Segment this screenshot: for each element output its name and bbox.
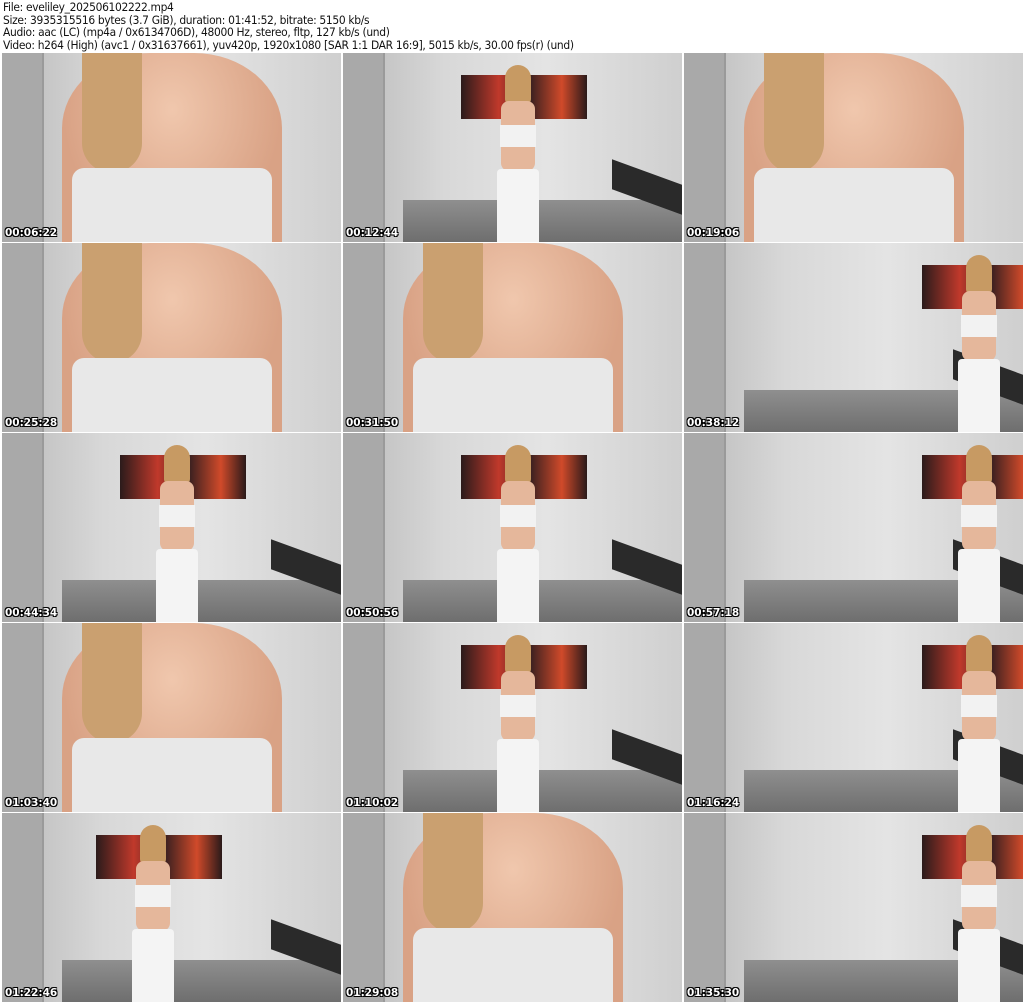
frame-subject bbox=[954, 635, 1004, 812]
video-thumbnail: 01:16:24 bbox=[684, 623, 1023, 812]
frame-subject bbox=[493, 445, 543, 622]
frame-subject-top bbox=[413, 358, 613, 432]
thumbnail-timestamp: 00:44:34 bbox=[5, 607, 58, 619]
frame-subject-top bbox=[72, 738, 272, 812]
frame-subject-hair bbox=[82, 623, 142, 743]
video-thumbnail: 01:10:02 bbox=[343, 623, 682, 812]
video-thumbnail: 00:38:12 bbox=[684, 243, 1023, 432]
thumbnail-timestamp: 01:22:46 bbox=[5, 987, 58, 999]
thumbnail-timestamp: 01:10:02 bbox=[346, 797, 399, 809]
frame-subject bbox=[128, 825, 178, 1002]
thumbnail-timestamp: 01:29:08 bbox=[346, 987, 399, 999]
frame-subject bbox=[152, 445, 202, 622]
video-thumbnail: 00:19:06 bbox=[684, 53, 1023, 242]
thumbnail-timestamp: 01:03:40 bbox=[5, 797, 58, 809]
file-name: File: eveliley_202506102222.mp4 bbox=[3, 0, 174, 14]
frame-subject-hair bbox=[82, 243, 142, 363]
file-info-header: File: eveliley_202506102222.mp4 Size: 39… bbox=[3, 1, 574, 51]
thumbnail-timestamp: 00:12:44 bbox=[346, 227, 399, 239]
bed bbox=[62, 960, 341, 1002]
video-thumbnail: 00:25:28 bbox=[2, 243, 341, 432]
video-thumbnail: 00:12:44 bbox=[343, 53, 682, 242]
background-door bbox=[2, 433, 44, 622]
background-door bbox=[2, 243, 44, 432]
background-door bbox=[2, 623, 44, 812]
frame-subject bbox=[493, 65, 543, 242]
frame-subject bbox=[954, 825, 1004, 1002]
thumbnail-timestamp: 00:19:06 bbox=[687, 227, 740, 239]
background-door bbox=[343, 53, 385, 242]
thumbnail-timestamp: 01:16:24 bbox=[687, 797, 740, 809]
frame-subject bbox=[493, 635, 543, 812]
video-thumbnail: 01:35:30 bbox=[684, 813, 1023, 1002]
thumbnail-timestamp: 01:35:30 bbox=[687, 987, 740, 999]
video-info: Video: h264 (High) (avc1 / 0x31637661), … bbox=[3, 37, 574, 52]
frame-subject bbox=[954, 255, 1004, 432]
thumbnail-timestamp: 00:50:56 bbox=[346, 607, 399, 619]
frame-subject-top bbox=[754, 168, 954, 242]
thumbnail-timestamp: 00:06:22 bbox=[5, 227, 58, 239]
frame-subject bbox=[954, 445, 1004, 622]
frame-subject-hair bbox=[423, 813, 483, 933]
background-door bbox=[343, 623, 385, 812]
video-thumbnail: 00:31:50 bbox=[343, 243, 682, 432]
thumbnail-timestamp: 00:31:50 bbox=[346, 417, 399, 429]
frame-subject-hair bbox=[764, 53, 824, 173]
background-door bbox=[343, 433, 385, 622]
thumbnail-timestamp: 00:38:12 bbox=[687, 417, 740, 429]
background-door bbox=[343, 813, 385, 1002]
thumbnail-grid: 00:06:22 00:12:44 00:19:06 00:25:28 00:31:50… bbox=[2, 53, 1023, 1002]
video-thumbnail: 01:29:08 bbox=[343, 813, 682, 1002]
background-door bbox=[684, 433, 726, 622]
background-door bbox=[2, 813, 44, 1002]
background-door bbox=[684, 813, 726, 1002]
background-door bbox=[343, 243, 385, 432]
frame-subject-top bbox=[72, 168, 272, 242]
background-door bbox=[684, 243, 726, 432]
video-thumbnail: 00:57:18 bbox=[684, 433, 1023, 622]
frame-subject-top bbox=[413, 928, 613, 1002]
background-door bbox=[684, 53, 726, 242]
thumbnail-timestamp: 00:57:18 bbox=[687, 607, 740, 619]
frame-subject-top bbox=[72, 358, 272, 432]
audio-info: Audio: aac (LC) (mp4a / 0x6134706D), 480… bbox=[3, 25, 390, 40]
background-door bbox=[2, 53, 44, 242]
background-door bbox=[684, 623, 726, 812]
frame-subject-hair bbox=[82, 53, 142, 173]
video-thumbnail: 01:03:40 bbox=[2, 623, 341, 812]
video-thumbnail: 00:44:34 bbox=[2, 433, 341, 622]
frame-subject-hair bbox=[423, 243, 483, 363]
thumbnail-timestamp: 00:25:28 bbox=[5, 417, 58, 429]
video-thumbnail: 00:50:56 bbox=[343, 433, 682, 622]
video-thumbnail: 01:22:46 bbox=[2, 813, 341, 1002]
video-thumbnail: 00:06:22 bbox=[2, 53, 341, 242]
